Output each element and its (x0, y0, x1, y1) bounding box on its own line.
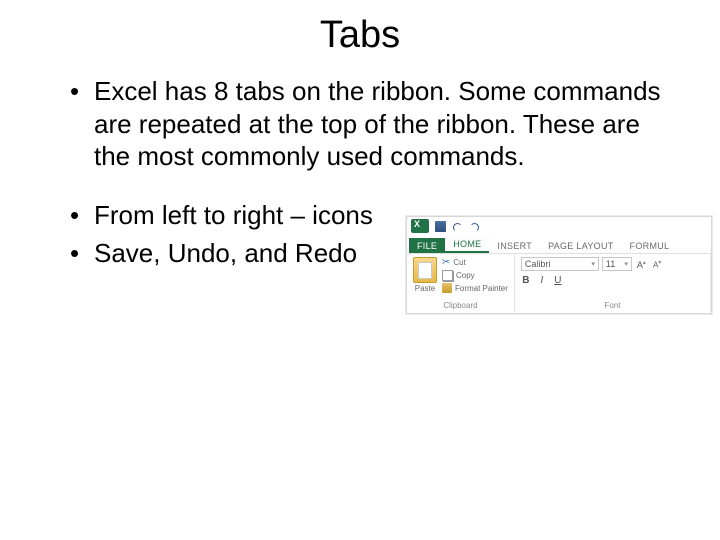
increase-font-icon: A▴ (635, 259, 648, 270)
copy-label: Copy (456, 271, 475, 280)
paste-label: Paste (413, 284, 437, 293)
italic-button: I (537, 275, 547, 286)
copy-icon (442, 270, 453, 281)
bullet-item: Excel has 8 tabs on the ribbon. Some com… (70, 75, 680, 173)
underline-button: U (553, 275, 563, 286)
slide-title: Tabs (40, 14, 680, 57)
font-name-combo: Calibri▾ (521, 257, 599, 271)
font-group-label: Font (521, 301, 704, 310)
cut-icon: ✂ (442, 257, 450, 268)
save-icon (435, 221, 446, 232)
tab-page-layout: PAGE LAYOUT (540, 238, 621, 253)
tab-formulas: FORMUL (622, 238, 678, 253)
ribbon-tabs: FILE HOME INSERT PAGE LAYOUT FORMUL (407, 235, 711, 253)
font-size-combo: 11▾ (602, 257, 632, 271)
excel-logo-icon (411, 219, 429, 233)
cut-label: Cut (453, 258, 465, 267)
bold-button: B (521, 275, 531, 286)
format-painter-icon (442, 283, 452, 293)
font-group: Calibri▾ 11▾ A▴ A▾ B I U Font (515, 254, 711, 312)
paste-button: Paste (413, 257, 437, 293)
chevron-down-icon: ▾ (624, 260, 628, 268)
quick-access-toolbar (407, 217, 711, 235)
ribbon-groups: Paste ✂Cut Copy Format Painter Clipboard… (407, 253, 711, 312)
tab-home: HOME (445, 236, 489, 253)
undo-icon (452, 221, 463, 232)
format-painter-label: Format Painter (455, 284, 508, 293)
paste-icon (413, 257, 437, 283)
tab-insert: INSERT (489, 238, 540, 253)
clipboard-group-label: Clipboard (413, 301, 508, 310)
decrease-font-icon: A▾ (651, 259, 663, 270)
clipboard-group: Paste ✂Cut Copy Format Painter Clipboard (407, 254, 515, 312)
redo-icon (469, 221, 480, 232)
chevron-down-icon: ▾ (591, 260, 595, 268)
excel-ribbon-illustration: FILE HOME INSERT PAGE LAYOUT FORMUL Past… (406, 216, 712, 314)
tab-file: FILE (409, 238, 445, 253)
